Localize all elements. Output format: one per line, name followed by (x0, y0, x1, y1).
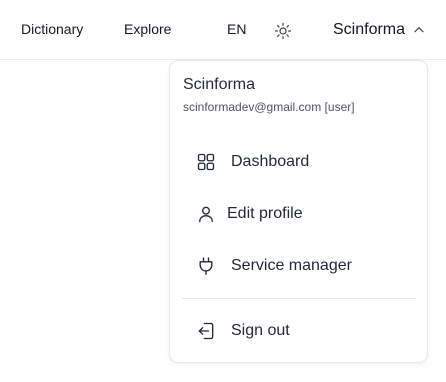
user-menu-name: Scinforma (333, 21, 406, 38)
nav-dictionary-link[interactable]: Dictionary (21, 21, 83, 37)
menu-item-label: Edit profile (227, 205, 303, 222)
sun-icon (274, 22, 292, 40)
theme-toggle-button[interactable] (273, 21, 293, 41)
sign-out-icon (195, 320, 217, 342)
user-menu-toggle[interactable]: Scinforma (333, 19, 426, 41)
dropdown-user-email: scinformadev@gmail.com [user] (183, 100, 355, 114)
chevron-up-icon (414, 27, 424, 33)
nav-explore-link[interactable]: Explore (124, 21, 171, 37)
user-dropdown-menu: Scinforma scinformadev@gmail.com [user] … (169, 60, 428, 363)
menu-item-label: Sign out (231, 322, 290, 339)
menu-item-service-manager[interactable]: Service manager (182, 247, 416, 285)
plug-icon (195, 255, 217, 277)
menu-item-sign-out[interactable]: Sign out (182, 312, 416, 350)
grid-icon (195, 151, 217, 173)
menu-divider (182, 298, 416, 299)
language-selector[interactable]: EN (227, 21, 246, 37)
menu-item-label: Dashboard (231, 153, 310, 170)
dropdown-user-name: Scinforma (183, 76, 256, 93)
menu-item-label: Service manager (231, 257, 352, 274)
menu-item-edit-profile[interactable]: Edit profile (182, 195, 416, 233)
top-navbar: Dictionary Explore EN Scinforma (0, 0, 446, 60)
user-icon (195, 203, 217, 225)
menu-item-dashboard[interactable]: Dashboard (182, 143, 416, 181)
